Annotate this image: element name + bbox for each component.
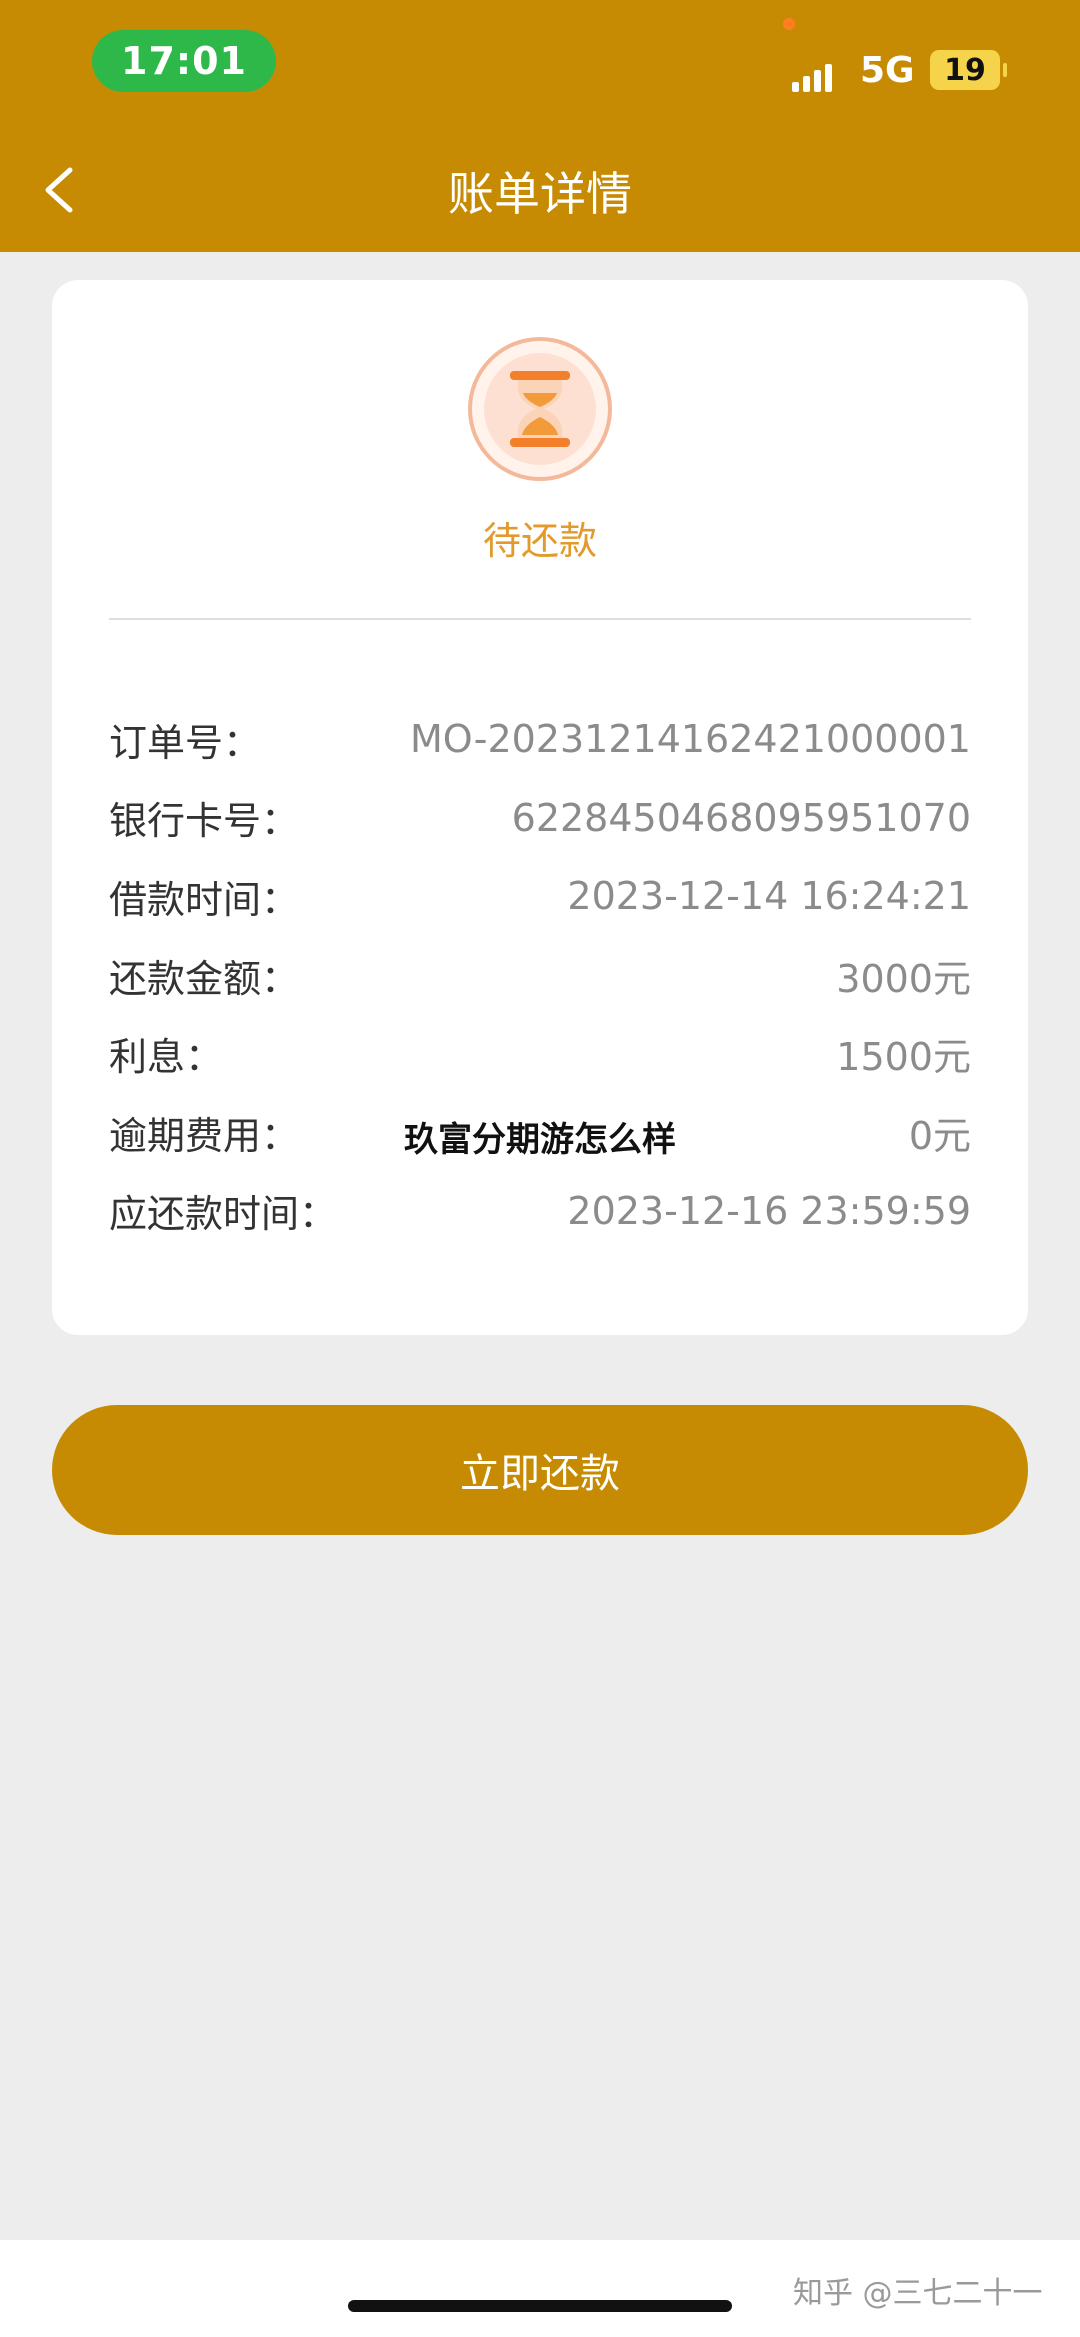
- row-label: 订单号：: [109, 720, 262, 765]
- hourglass-icon: [468, 337, 612, 481]
- status-bar-time: 17:01: [92, 30, 276, 92]
- row-label: 银行卡号：: [109, 799, 300, 844]
- privacy-indicator-dot: [783, 18, 795, 30]
- battery-level: 19: [930, 50, 1000, 90]
- app-header: 17:01 5G 19 账单详情: [0, 0, 1080, 252]
- detail-row-loan-time: 借款时间： 2023-12-14 16:24:21: [109, 857, 971, 936]
- detail-row-due-time: 应还款时间： 2023-12-16 23:59:59: [109, 1172, 971, 1251]
- card-divider: [109, 618, 971, 620]
- source-credit: 知乎 @三七二十一: [793, 2276, 1043, 2311]
- row-value: 6228450468095951070: [511, 795, 971, 840]
- overlay-title: 玖富分期游怎么样: [404, 1120, 676, 1160]
- row-value: 1500元: [836, 1035, 971, 1080]
- bill-detail-card: 待还款 订单号： MO-20231214162421000001 银行卡号： 6…: [52, 280, 1028, 1335]
- network-type: 5G: [860, 50, 915, 91]
- detail-row-bank-card: 银行卡号： 6228450468095951070: [109, 779, 971, 858]
- repay-now-button[interactable]: 立即还款: [52, 1405, 1028, 1535]
- status-text: 待还款: [482, 519, 597, 563]
- detail-row-interest: 利息： 1500元: [109, 1014, 971, 1093]
- detail-list: 订单号： MO-20231214162421000001 银行卡号： 62284…: [109, 700, 971, 1250]
- detail-row-repay-amount: 还款金额： 3000元: [109, 936, 971, 1015]
- row-value: 3000元: [836, 956, 971, 1001]
- home-indicator[interactable]: [348, 2300, 732, 2312]
- detail-row-order-number: 订单号： MO-20231214162421000001: [109, 700, 971, 779]
- row-value: 2023-12-14 16:24:21: [567, 874, 971, 919]
- row-label: 还款金额：: [109, 956, 300, 1001]
- battery-tip: [1003, 63, 1007, 77]
- row-label: 借款时间：: [109, 877, 300, 922]
- page-title: 账单详情: [448, 167, 632, 221]
- row-value: 2023-12-16 23:59:59: [567, 1188, 971, 1233]
- signal-strength-icon: [792, 52, 842, 92]
- row-label: 利息：: [109, 1035, 224, 1080]
- row-label: 应还款时间：: [109, 1192, 338, 1237]
- row-value: MO-20231214162421000001: [409, 717, 971, 762]
